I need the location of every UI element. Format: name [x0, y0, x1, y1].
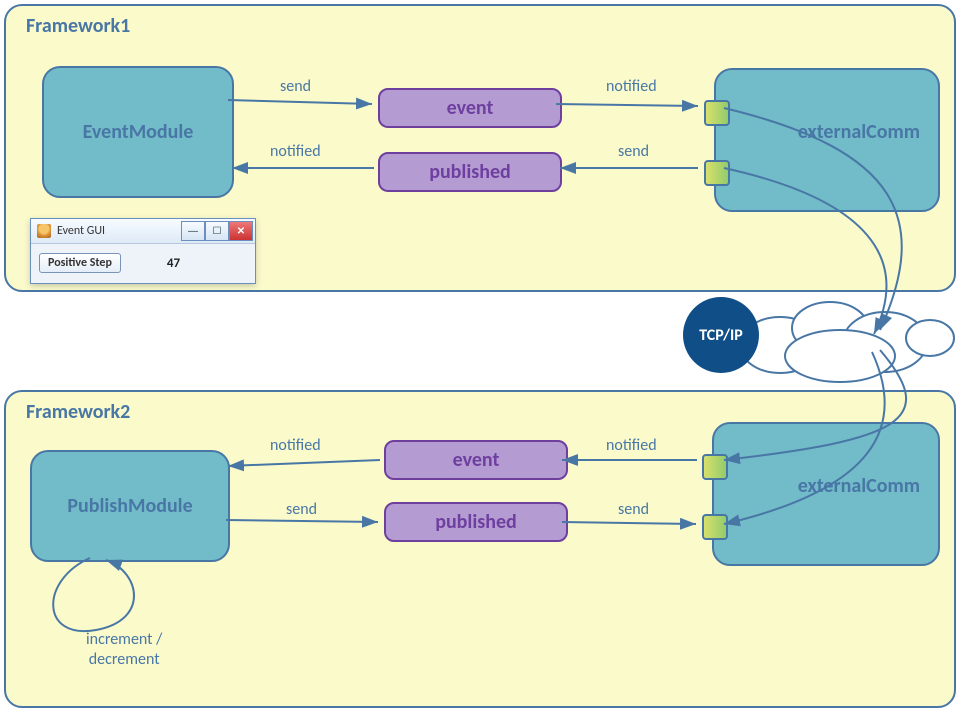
- positive-step-button[interactable]: Positive Step: [39, 253, 121, 273]
- fw1-port-top: [704, 100, 730, 126]
- fw2-published-msg: published: [384, 502, 568, 542]
- close-button[interactable]: ✕: [229, 221, 253, 241]
- fw2-published-text: published: [435, 510, 517, 534]
- maximize-button[interactable]: ☐: [205, 221, 229, 241]
- fw2-external-comm-box: externalComm: [712, 422, 940, 566]
- publish-module-text: PublishModule: [67, 494, 192, 518]
- label-fw1-notified-module: notified: [270, 142, 321, 161]
- fw1-external-comm-box: externalComm: [714, 68, 940, 212]
- self-loop-label: increment / decrement: [86, 630, 162, 670]
- label-fw2-notified-module: notified: [270, 436, 321, 455]
- fw1-event-text: event: [447, 96, 494, 120]
- label-fw2-notified-event: notified: [606, 436, 657, 455]
- label-fw1-send-published: send: [618, 142, 649, 161]
- label-fw2-send-ext: send: [618, 500, 649, 519]
- framework2-container: Framework2 PublishModule event published…: [4, 390, 956, 708]
- fw1-published-text: published: [429, 160, 511, 184]
- fw1-external-comm-label: externalComm: [798, 120, 920, 144]
- fw2-port-bottom: [702, 514, 728, 540]
- fw1-port-bottom: [704, 160, 730, 186]
- event-gui-window: Event GUI — ☐ ✕ Positive Step 47: [30, 218, 256, 284]
- publish-module-box: PublishModule: [30, 450, 230, 562]
- fw2-event-text: event: [453, 448, 500, 472]
- label-fw1-send-event: send: [280, 77, 311, 96]
- label-fw1-notified-ext: notified: [606, 77, 657, 96]
- fw1-published-msg: published: [378, 152, 562, 192]
- fw2-port-top: [702, 454, 728, 480]
- framework2-label: Framework2: [26, 400, 130, 424]
- fw1-event-msg: event: [378, 88, 562, 128]
- java-icon: [37, 224, 51, 238]
- event-gui-title-text: Event GUI: [57, 224, 105, 238]
- tcp-ip-badge: TCP/IP: [683, 297, 759, 373]
- tcp-ip-label: TCP/IP: [699, 326, 743, 345]
- fw2-event-msg: event: [384, 440, 568, 480]
- gui-counter-value: 47: [167, 256, 180, 271]
- event-module-box: EventModule: [42, 66, 234, 198]
- event-gui-titlebar: Event GUI — ☐ ✕: [31, 219, 255, 244]
- minimize-button[interactable]: —: [181, 221, 205, 241]
- label-fw2-send-published: send: [286, 500, 317, 519]
- framework1-label: Framework1: [26, 14, 130, 38]
- fw2-external-comm-label: externalComm: [798, 474, 920, 498]
- event-module-text: EventModule: [83, 120, 194, 144]
